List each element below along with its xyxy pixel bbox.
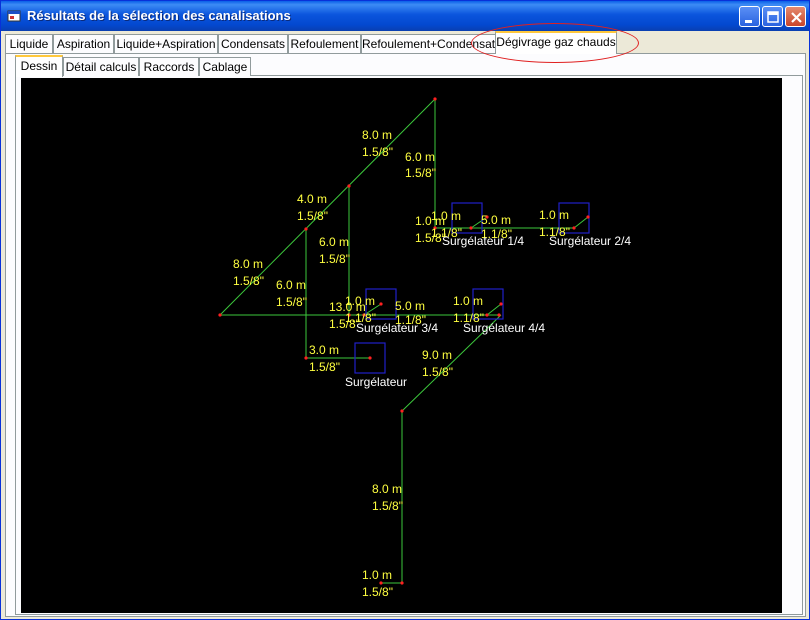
node [400, 409, 404, 413]
segment-diameter: 1.5/8" [405, 166, 436, 180]
segment-length: 3.0 m [309, 343, 339, 357]
node [347, 184, 351, 188]
segment-length: 6.0 m [319, 235, 349, 249]
segment-length: 5.0 m [395, 299, 425, 313]
minimize-button[interactable] [739, 6, 760, 27]
segment-diameter: 1.5/8" [319, 252, 350, 266]
segment-length: 9.0 m [422, 348, 452, 362]
subtab-raccords[interactable]: Raccords [139, 57, 199, 76]
minimize-icon [745, 20, 752, 23]
node [499, 302, 503, 306]
tab-refoulement-condensats[interactable]: Refoulement+Condensats [361, 34, 501, 53]
node [469, 226, 473, 230]
segment-length: 1.0 m [345, 294, 375, 308]
segment-diameter: 1.5/8" [362, 585, 393, 599]
segment-diameter: 1.5/8" [422, 365, 453, 379]
node [218, 313, 222, 317]
close-button[interactable] [785, 6, 806, 27]
unit-label: Surgélateur [345, 375, 407, 389]
node [485, 313, 489, 317]
node [497, 313, 501, 317]
tab-refoulement[interactable]: Refoulement [288, 34, 361, 53]
node [433, 97, 437, 101]
segment-length: 8.0 m [233, 257, 263, 271]
node [304, 356, 308, 360]
segment-length: 6.0 m [276, 278, 306, 292]
unit-label: Surgélateur 1/4 [442, 234, 524, 248]
segment-length: 5.0 m [481, 213, 511, 227]
node [368, 356, 372, 360]
subtab-cablage[interactable]: Cablage [199, 57, 251, 76]
title-bar[interactable]: Résultats de la sélection des canalisati… [1, 1, 809, 31]
segment-length: 8.0 m [372, 482, 402, 496]
pipe-lines [219, 98, 589, 584]
unit-label: Surgélateur 2/4 [549, 234, 631, 248]
segment-length: 6.0 m [405, 150, 435, 164]
pipe [573, 216, 589, 229]
pipe [486, 303, 502, 316]
maximize-button[interactable] [762, 6, 783, 27]
tab-liquide-aspiration[interactable]: Liquide+Aspiration [114, 34, 218, 53]
segment-diameter: 1.5/8" [372, 499, 403, 513]
tab-condensats[interactable]: Condensats [218, 34, 288, 53]
node [304, 227, 308, 231]
segment-diameter: 1.5/8" [297, 209, 328, 223]
window-title: Résultats de la sélection des canalisati… [27, 8, 291, 23]
segment-length: 1.0 m [362, 568, 392, 582]
app-icon [7, 10, 21, 22]
nodes [218, 97, 590, 585]
pipe-drawing: 8.0 m 1.5/8" 6.0 m 1.5/8" 4.0 m 1.5/8" 6… [218, 97, 631, 599]
node [586, 215, 590, 219]
close-icon [791, 12, 802, 23]
drawing-canvas[interactable]: 8.0 m 1.5/8" 6.0 m 1.5/8" 4.0 m 1.5/8" 6… [21, 78, 782, 613]
segment-length: 1.0 m [431, 209, 461, 223]
tab-degivrage-gaz-chauds[interactable]: Dégivrage gaz chauds [495, 31, 617, 54]
node [379, 302, 383, 306]
segment-length: 4.0 m [297, 192, 327, 206]
node [572, 226, 576, 230]
unit-label: Surgélateur 4/4 [463, 321, 545, 335]
segment-length: 1.0 m [453, 294, 483, 308]
maximize-icon [767, 11, 779, 23]
segment-diameter: 1.5/8" [233, 274, 264, 288]
unit-label: Surgélateur 3/4 [356, 321, 438, 335]
results-window: Résultats de la sélection des canalisati… [0, 0, 810, 620]
segment-length: 1.0 m [539, 208, 569, 222]
node [400, 581, 404, 585]
segment-diameter: 1.5/8" [362, 145, 393, 159]
segment-length: 8.0 m [362, 128, 392, 142]
tab-aspiration[interactable]: Aspiration [53, 34, 114, 53]
subtab-dessin[interactable]: Dessin [15, 55, 63, 77]
segment-diameter: 1.5/8" [276, 295, 307, 309]
segment-diameter: 1.5/8" [309, 360, 340, 374]
subtab-detail-calculs[interactable]: Détail calculs [63, 57, 139, 76]
tab-liquide[interactable]: Liquide [5, 34, 53, 53]
